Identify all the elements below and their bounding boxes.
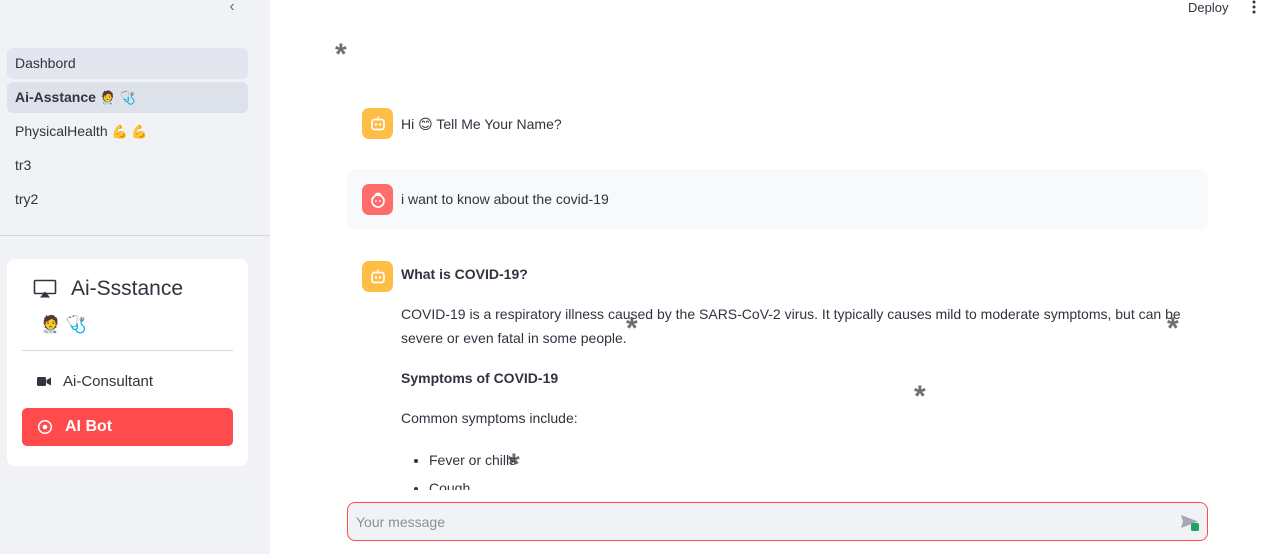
- user-avatar: [362, 184, 393, 215]
- greeting-text: Hi: [401, 116, 415, 132]
- bot-avatar: [362, 108, 393, 139]
- option-menu: Ai-Ssstance 🧑‍⚕️ 🩺 Ai-Consultant AI Bot: [7, 259, 248, 466]
- menu-item-label: Ai-Consultant: [63, 372, 154, 390]
- doctor-stethoscope-emoji: 🧑‍⚕️ 🩺: [99, 90, 136, 105]
- nav-item-try2[interactable]: try2: [7, 184, 248, 215]
- symptoms-intro: Common symptoms include:: [401, 410, 578, 426]
- deploy-button[interactable]: Deploy: [1188, 0, 1228, 15]
- symptoms-list: Fever or chills Cough: [429, 446, 1201, 490]
- nav-item-label: try2: [15, 191, 39, 207]
- user-face-icon: [370, 191, 385, 208]
- menu-item-label: AI Bot: [65, 418, 113, 435]
- nav-item-tr3[interactable]: tr3: [7, 150, 248, 181]
- nav-item-label: Ai-Asstance: [15, 89, 96, 105]
- bot-avatar: [362, 261, 393, 292]
- record-circle-icon: [37, 419, 53, 435]
- answer-heading: What is COVID-19?: [401, 266, 528, 282]
- flexed-biceps-emoji: 💪 💪: [111, 124, 148, 139]
- nav-item-label: PhysicalHealth: [15, 123, 108, 139]
- sidebar-divider: [0, 235, 270, 236]
- sidebar: ‹ Dashbord Ai-Asstance 🧑‍⚕️ 🩺 PhysicalHe…: [0, 0, 270, 554]
- nav-item-label: tr3: [15, 157, 32, 173]
- answer-content: What is COVID-19? COVID-19 is a respirat…: [401, 262, 1201, 490]
- message-text: Hi 😊 Tell Me Your Name?: [401, 114, 562, 134]
- collapse-sidebar-icon[interactable]: ‹: [223, 0, 241, 16]
- menu-header: Ai-Ssstance: [33, 277, 183, 301]
- menu-item-ai-consultant[interactable]: Ai-Consultant: [22, 366, 233, 396]
- answer-intro: COVID-19 is a respiratory illness caused…: [401, 306, 1181, 346]
- bot-icon: [370, 269, 385, 283]
- chat-message-assistant: Hi 😊 Tell Me Your Name?: [347, 108, 1208, 139]
- smiling-face-emoji: 😊: [418, 116, 433, 132]
- message-input[interactable]: [356, 503, 1166, 540]
- message-text: i want to know about the covid-19: [401, 191, 609, 207]
- page-navigation: Dashbord Ai-Asstance 🧑‍⚕️ 🩺 PhysicalHeal…: [7, 48, 248, 218]
- list-item: Cough: [429, 474, 1201, 490]
- greeting-question: Tell Me Your Name?: [436, 116, 562, 132]
- cast-icon: [33, 279, 57, 298]
- menu-title: Ai-Ssstance: [71, 277, 184, 300]
- main-menu-icon[interactable]: [1248, 0, 1260, 14]
- chat-input-container: [347, 502, 1208, 541]
- list-item: Fever or chills: [429, 446, 1201, 474]
- chat-message-user: i want to know about the covid-19: [347, 169, 1208, 229]
- asterisk-decoration: *: [335, 38, 347, 71]
- video-camera-icon: [37, 376, 51, 386]
- menu-item-ai-bot[interactable]: AI Bot: [22, 408, 233, 446]
- menu-subtitle-emoji: 🧑‍⚕️ 🩺: [40, 315, 88, 334]
- send-icon[interactable]: [1180, 513, 1200, 531]
- nav-item-physical-health[interactable]: PhysicalHealth 💪 💪: [7, 116, 248, 147]
- nav-item-label: Dashbord: [15, 55, 76, 71]
- symptoms-heading: Symptoms of COVID-19: [401, 370, 559, 386]
- bot-icon: [370, 116, 385, 130]
- nav-item-ai-assistance[interactable]: Ai-Asstance 🧑‍⚕️ 🩺: [7, 82, 248, 113]
- menu-divider: [22, 350, 233, 351]
- nav-item-dashboard[interactable]: Dashbord: [7, 48, 248, 79]
